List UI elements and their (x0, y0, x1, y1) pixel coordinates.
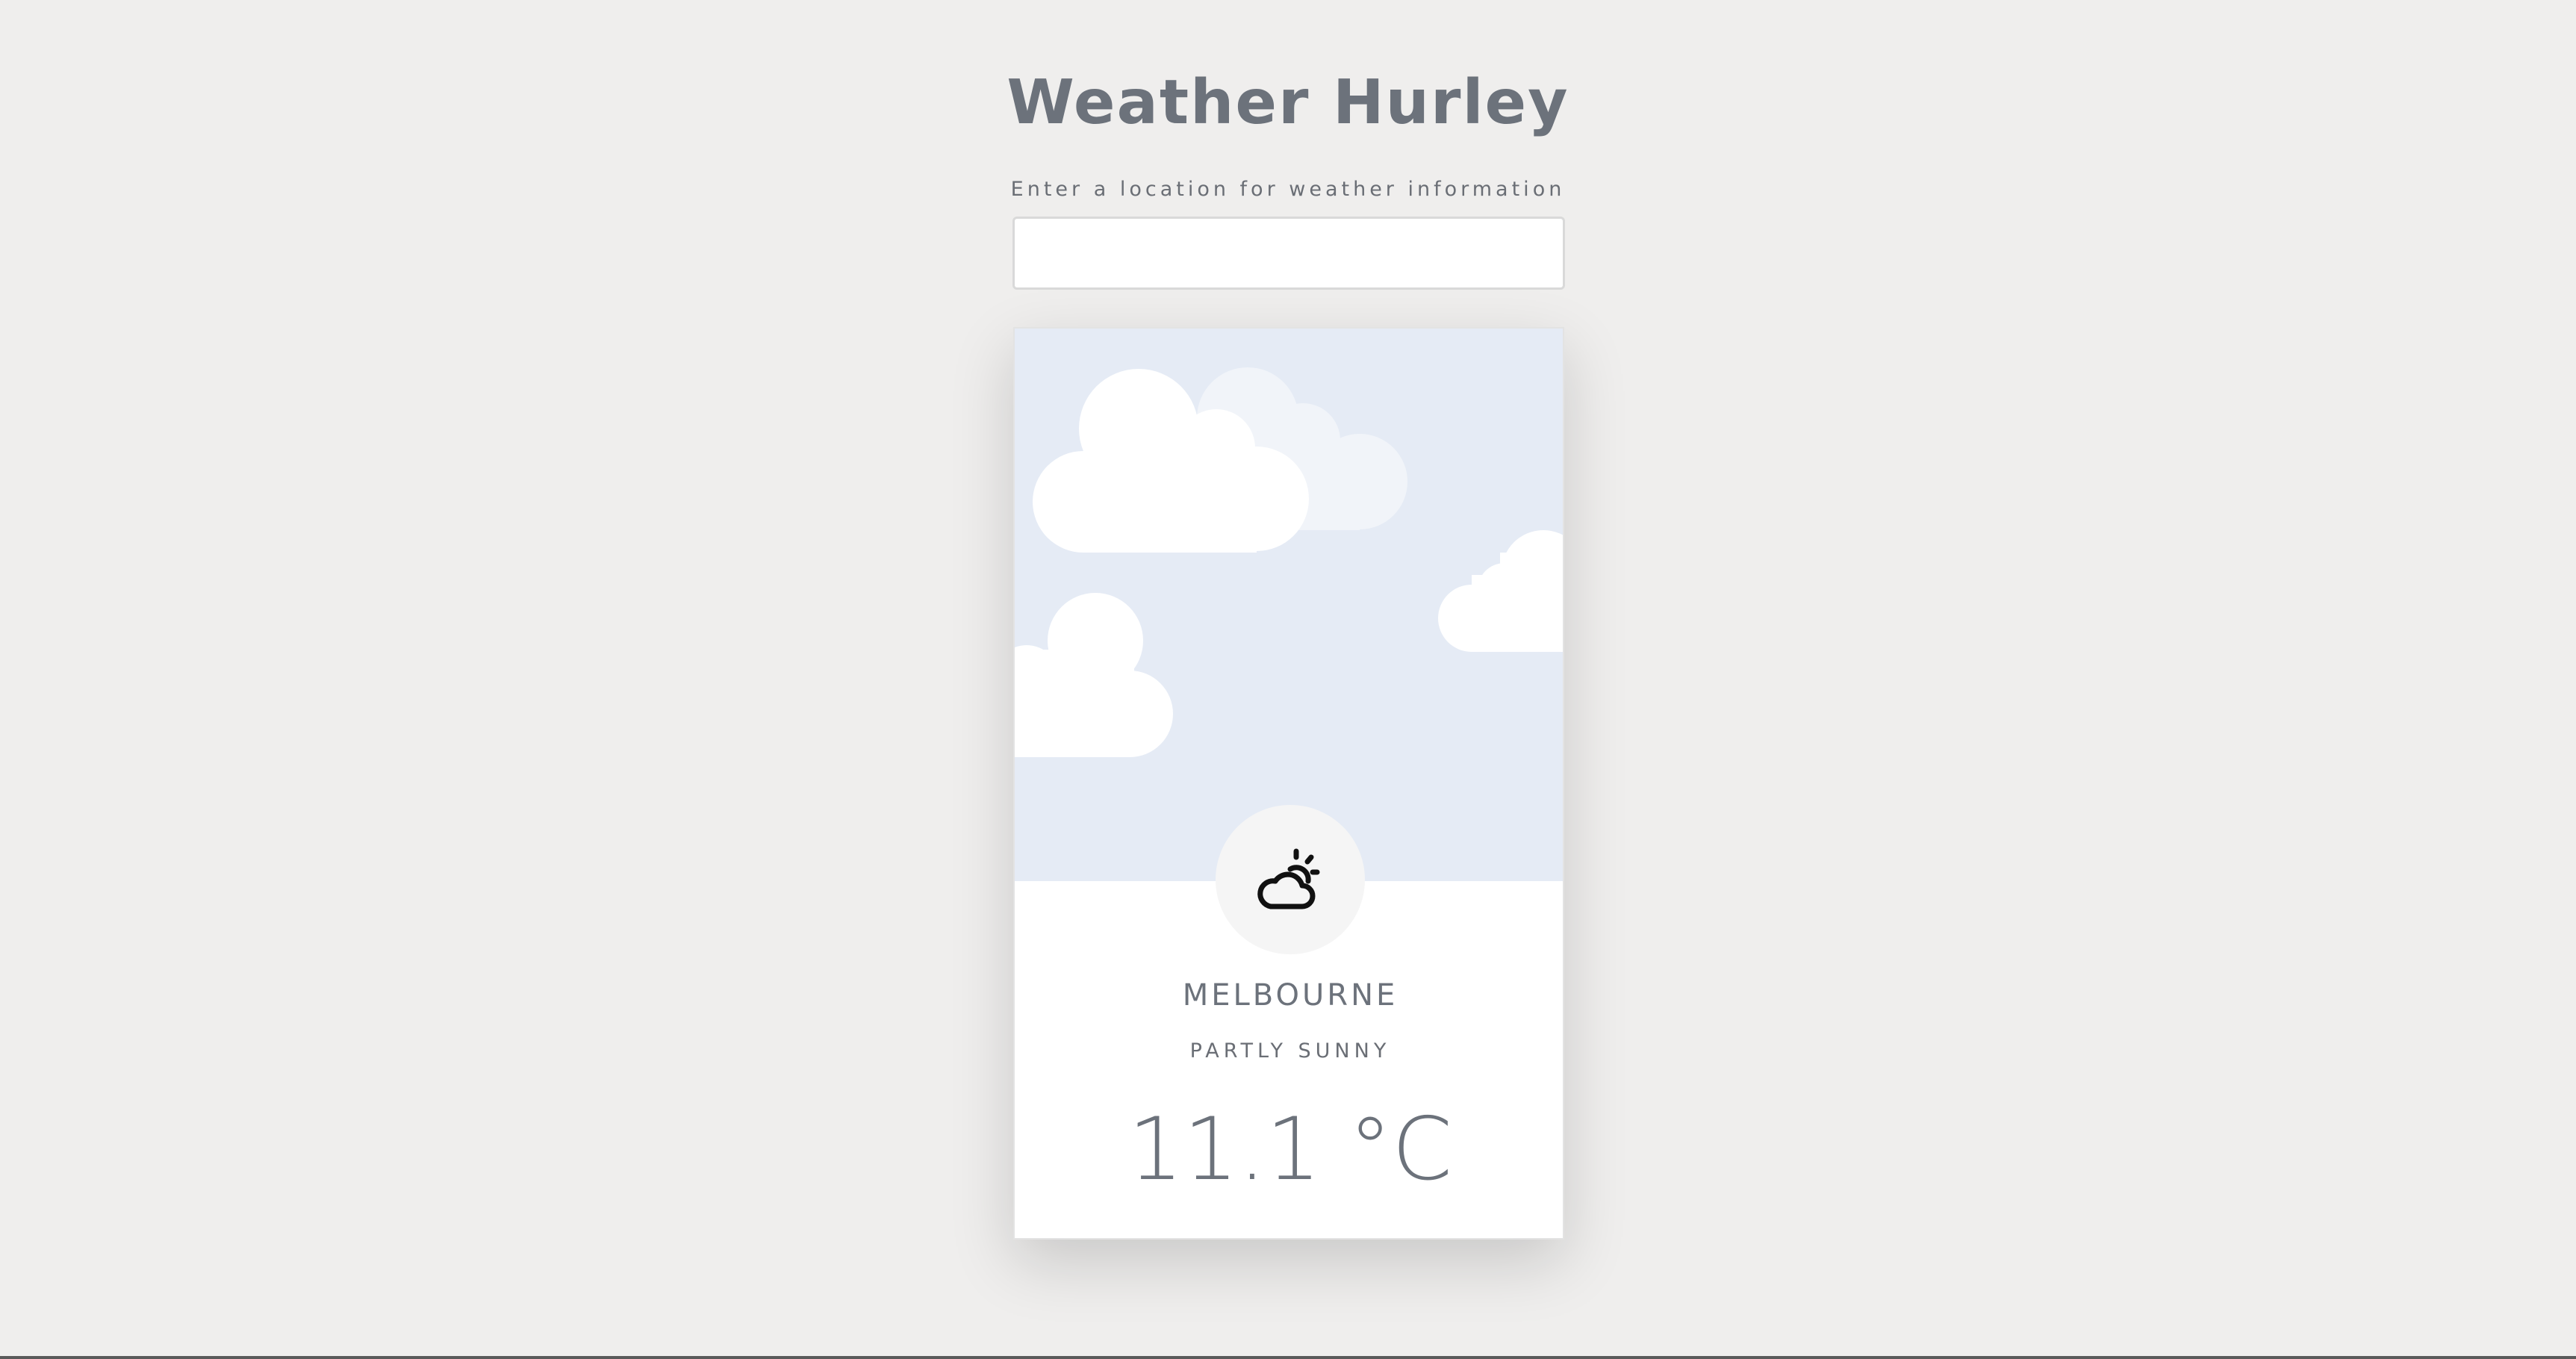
partly-sunny-icon (1257, 848, 1320, 909)
weather-condition: PARTLY SUNNY (1189, 1039, 1391, 1063)
cloud-right (1438, 530, 1563, 652)
temperature-value: 11.1 °C (1127, 1099, 1453, 1200)
weather-icon-badge (1216, 805, 1365, 954)
city-name: MELBOURNE (1182, 978, 1399, 1013)
weather-card: MELBOURNE PARTLY SUNNY 11.1 °C (1013, 327, 1564, 1240)
sky-illustration (1015, 329, 1563, 881)
page-title: Weather Hurley (1007, 67, 1569, 138)
location-search-input[interactable] (1012, 217, 1565, 290)
clouds-illustration (1015, 367, 1563, 757)
cloud-left (1015, 593, 1173, 757)
search-label: Enter a location for weather information (1010, 178, 1566, 201)
window-bottom-border (0, 1356, 2576, 1359)
